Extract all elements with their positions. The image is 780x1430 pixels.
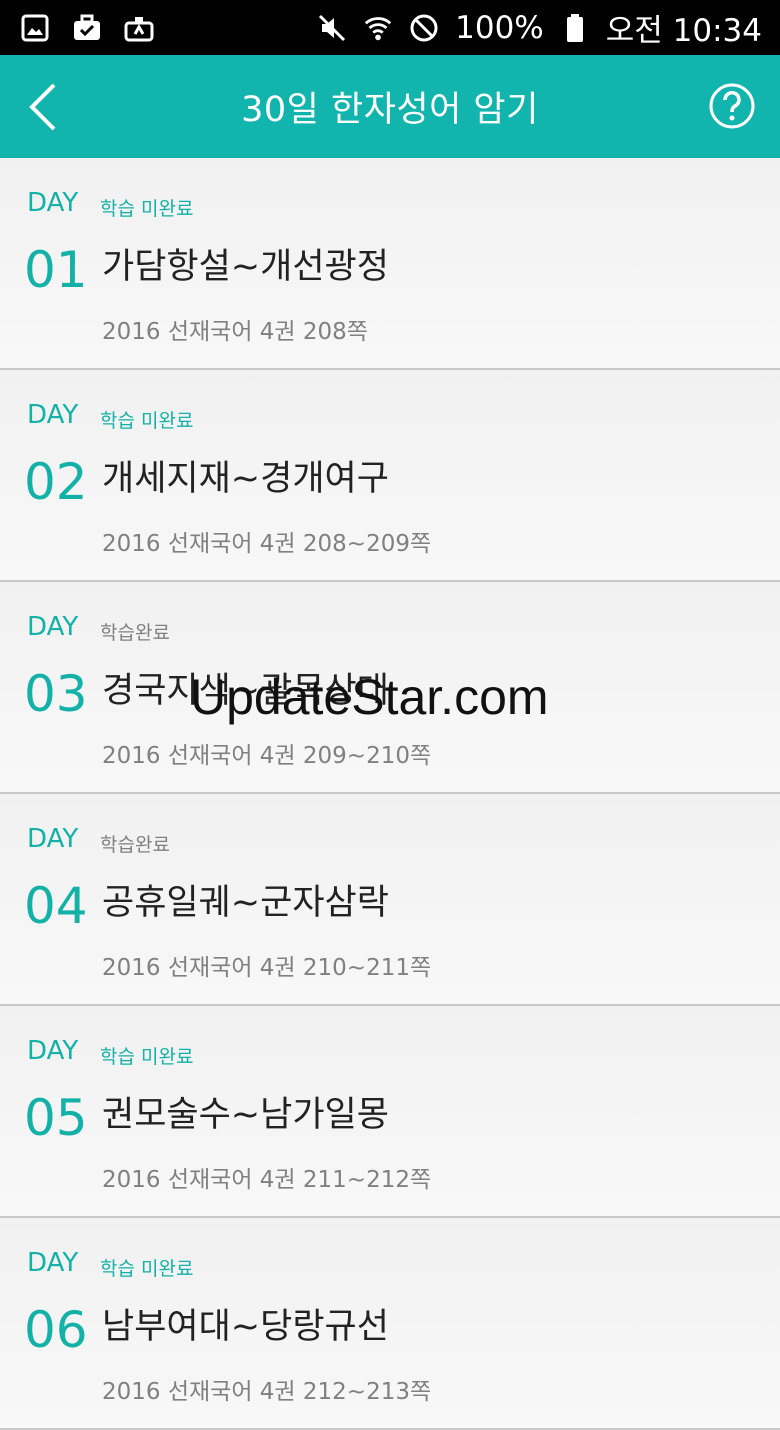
battery-percent: 100%: [455, 9, 544, 46]
day-label: DAY: [27, 824, 79, 854]
gallery-icon: [20, 13, 50, 43]
mute-icon: [317, 13, 347, 43]
study-status: 학습 미완료: [100, 410, 194, 432]
day-number: 04: [24, 877, 88, 935]
day-list: DAY 학습 미완료 01 가담항설~개선광정 2016 선재국어 4권 208…: [0, 158, 780, 1430]
day-source: 2016 선재국어 4권 212~213쪽: [102, 1379, 432, 1405]
study-status: 학습완료: [100, 622, 170, 644]
day-item-04[interactable]: DAY 학습완료 04 공휴일궤~군자삼락 2016 선재국어 4권 210~2…: [0, 794, 780, 1006]
day-source: 2016 선재국어 4권 208쪽: [102, 319, 368, 345]
day-title: 공휴일궤~군자삼락: [102, 883, 389, 923]
no-disturb-icon: [409, 13, 439, 43]
page-title: 30일 한자성어 암기: [241, 90, 539, 130]
day-title: 경국지색~괄목상대: [102, 671, 389, 711]
clock: 오전 10:34: [605, 13, 762, 49]
wifi-icon: [363, 13, 393, 43]
chevron-left-icon: [29, 83, 56, 131]
day-number: 02: [24, 453, 88, 511]
day-source: 2016 선재국어 4권 209~210쪽: [102, 743, 432, 769]
day-number: 05: [24, 1089, 88, 1147]
day-title: 개세지재~경개여구: [102, 459, 389, 499]
help-button[interactable]: [708, 82, 756, 130]
day-label: DAY: [27, 1036, 79, 1066]
day-item-06[interactable]: DAY 학습 미완료 06 남부여대~당랑규선 2016 선재국어 4권 212…: [0, 1218, 780, 1430]
day-number: 01: [24, 241, 88, 299]
status-bar: 100% 오전 10:34: [0, 0, 780, 55]
back-button[interactable]: [26, 81, 60, 133]
study-status: 학습 미완료: [100, 1258, 194, 1280]
study-status: 학습완료: [100, 834, 170, 856]
briefcase-check-icon: [72, 13, 102, 43]
day-source: 2016 선재국어 4권 211~212쪽: [102, 1167, 432, 1193]
day-number: 03: [24, 665, 88, 723]
day-label: DAY: [27, 1248, 79, 1278]
day-source: 2016 선재국어 4권 210~211쪽: [102, 955, 432, 981]
app-bar: 30일 한자성어 암기: [0, 55, 780, 158]
battery-icon: [560, 13, 590, 43]
study-status: 학습 미완료: [100, 198, 194, 220]
day-title: 가담항설~개선광정: [102, 247, 389, 287]
day-label: DAY: [27, 188, 79, 218]
briefcase-share-icon: [124, 13, 154, 43]
day-item-01[interactable]: DAY 학습 미완료 01 가담항설~개선광정 2016 선재국어 4권 208…: [0, 158, 780, 370]
day-label: DAY: [27, 612, 79, 642]
day-title: 남부여대~당랑규선: [102, 1307, 389, 1347]
day-source: 2016 선재국어 4권 208~209쪽: [102, 531, 432, 557]
day-item-02[interactable]: DAY 학습 미완료 02 개세지재~경개여구 2016 선재국어 4권 208…: [0, 370, 780, 582]
day-title: 권모술수~남가일몽: [102, 1095, 389, 1135]
day-number: 06: [24, 1301, 88, 1359]
study-status: 학습 미완료: [100, 1046, 194, 1068]
question-circle-icon: [709, 83, 755, 129]
day-item-03[interactable]: DAY 학습완료 03 경국지색~괄목상대 2016 선재국어 4권 209~2…: [0, 582, 780, 794]
day-label: DAY: [27, 400, 79, 430]
day-item-05[interactable]: DAY 학습 미완료 05 권모술수~남가일몽 2016 선재국어 4권 211…: [0, 1006, 780, 1218]
